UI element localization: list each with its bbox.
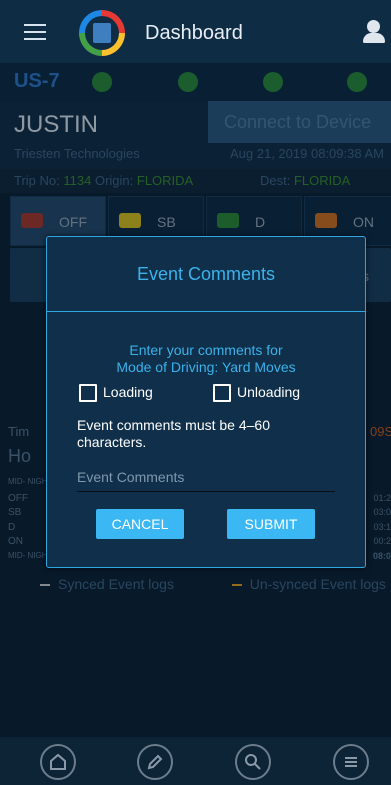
loading-checkbox[interactable]: [79, 384, 97, 402]
unloading-checkbox[interactable]: [213, 384, 231, 402]
app-logo: [79, 10, 125, 56]
dialog-title: Event Comments: [136, 264, 276, 284]
edit-icon[interactable]: [137, 744, 173, 780]
top-app-bar: Dashboard: [0, 0, 391, 62]
comment-rule-note: Event comments must be 4–60 characters.: [77, 417, 270, 450]
prompt-line-2: Mode of Driving: Yard Moves: [116, 359, 296, 375]
event-comments-dialog: Event Comments Enter your comments for M…: [46, 236, 366, 568]
loading-label[interactable]: Loading: [103, 384, 153, 400]
dialog-divider: [47, 311, 365, 312]
page-title: Dashboard: [145, 22, 243, 44]
dialog-prompt: Enter your comments for Mode of Driving:…: [47, 342, 365, 376]
home-icon[interactable]: [40, 744, 76, 780]
truck-icon: [93, 23, 111, 43]
menu-icon[interactable]: [24, 24, 46, 40]
user-icon[interactable]: [362, 20, 385, 44]
search-icon[interactable]: [235, 744, 271, 780]
unloading-label[interactable]: Unloading: [237, 384, 300, 400]
event-comments-input[interactable]: [77, 463, 335, 492]
submit-button[interactable]: SUBMIT: [227, 509, 315, 539]
prompt-line-1: Enter your comments for: [129, 342, 283, 358]
list-icon[interactable]: [333, 744, 369, 780]
cancel-button[interactable]: CANCEL: [96, 509, 184, 539]
